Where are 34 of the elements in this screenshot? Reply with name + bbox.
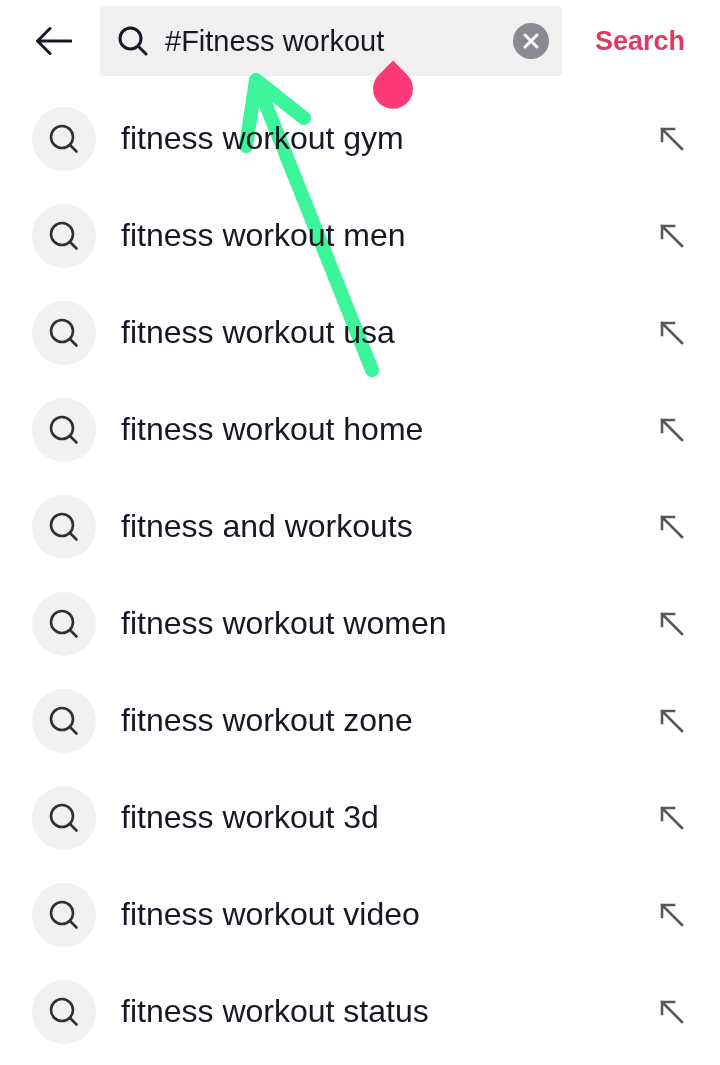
arrow-up-left-icon[interactable] — [660, 805, 684, 830]
arrow-up-left-icon[interactable] — [660, 902, 684, 927]
search-button[interactable]: Search — [595, 25, 686, 57]
suggestion-text[interactable]: fitness workout status — [121, 993, 429, 1030]
search-icon — [32, 591, 96, 656]
arrow-up-left-icon[interactable] — [660, 611, 684, 636]
arrow-up-left-icon[interactable] — [660, 999, 684, 1024]
back-arrow-icon[interactable] — [35, 26, 72, 56]
search-icon — [32, 882, 96, 947]
arrow-up-left-icon[interactable] — [660, 417, 684, 442]
search-bar[interactable]: #Fitness workout — [100, 6, 562, 76]
search-icon — [118, 26, 148, 56]
search-icon — [32, 688, 96, 753]
search-icon — [32, 300, 96, 365]
arrow-up-left-icon[interactable] — [660, 320, 684, 345]
search-icon — [32, 397, 96, 462]
search-icon — [32, 106, 96, 171]
arrow-up-left-icon[interactable] — [660, 126, 684, 151]
suggestion-text[interactable]: fitness workout home — [121, 411, 424, 448]
suggestion-text[interactable]: fitness workout video — [121, 896, 420, 933]
search-icon — [32, 785, 96, 850]
arrow-up-left-icon[interactable] — [660, 514, 684, 539]
clear-icon[interactable] — [513, 23, 549, 59]
text-cursor-handle[interactable] — [373, 60, 413, 109]
search-icon — [32, 203, 96, 268]
search-input[interactable]: #Fitness workout — [165, 24, 505, 58]
search-icon — [32, 494, 96, 559]
arrow-up-left-icon[interactable] — [660, 708, 684, 733]
search-icon — [32, 979, 96, 1044]
arrow-up-left-icon[interactable] — [660, 223, 684, 248]
suggestion-text[interactable]: fitness workout zone — [121, 702, 413, 739]
suggestion-text[interactable]: fitness workout women — [121, 605, 447, 642]
suggestion-text[interactable]: fitness workout 3d — [121, 799, 379, 836]
suggestion-text[interactable]: fitness and workouts — [121, 508, 413, 545]
